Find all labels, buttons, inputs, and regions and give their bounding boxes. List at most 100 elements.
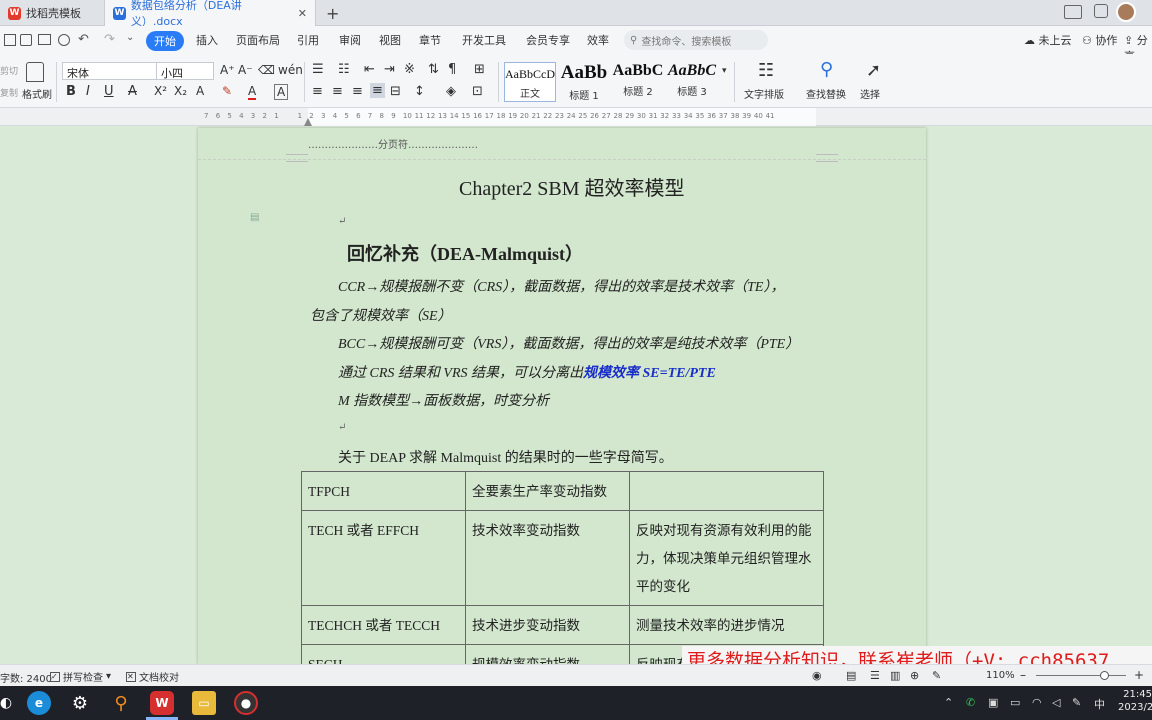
menu-efficiency[interactable]: 效率 [587, 32, 609, 48]
font-size-select[interactable]: 小四 [156, 62, 214, 80]
cloud-status-button[interactable]: ☁ 未上云 [1024, 32, 1072, 48]
eye-protect-icon[interactable]: ◉ [812, 669, 822, 682]
format-painter-button[interactable]: 格式刷 [22, 86, 52, 101]
battery-icon[interactable]: ▭ [1010, 696, 1020, 709]
bullet-list-icon[interactable]: ☰ [312, 62, 324, 77]
align-right-icon[interactable]: ≡ [352, 84, 363, 99]
edge-browser-icon[interactable]: e [27, 691, 51, 715]
wechat-icon[interactable]: ✆ [966, 696, 975, 709]
grow-font-icon[interactable]: A⁺ [220, 63, 235, 77]
save-icon[interactable] [4, 34, 16, 46]
select-cursor-icon[interactable]: ➚ [866, 60, 881, 81]
table-cell[interactable]: 全要素生产率变动指数 [465, 471, 630, 511]
undo-icon[interactable]: ↶ [78, 32, 89, 47]
preview-icon[interactable] [58, 34, 70, 46]
paragraph-options-icon[interactable]: ▤ [250, 212, 259, 223]
borders-icon[interactable]: ⊡ [472, 84, 483, 99]
search-app-icon[interactable]: ⚲ [109, 691, 133, 715]
align-left-icon[interactable]: ≡ [312, 84, 323, 99]
redo-icon[interactable]: ↷ [104, 32, 115, 47]
tab-document[interactable]: W 数据包络分析（DEA讲义）.docx ✕ [104, 0, 316, 28]
export-icon[interactable] [20, 34, 32, 46]
find-replace-icon[interactable]: ⚲ [820, 59, 833, 80]
font-name-select[interactable]: 宋体 [62, 62, 158, 80]
settings-gear-icon[interactable]: ⚙ [68, 691, 92, 715]
zoom-out-icon[interactable]: – [1020, 668, 1026, 682]
style-heading-1[interactable]: AaBb 标题 1 [558, 62, 610, 102]
ime-indicator[interactable]: 中 [1094, 696, 1105, 712]
bold-icon[interactable]: B [66, 84, 76, 99]
zoom-level[interactable]: 110% [986, 670, 1015, 681]
chinese-layout-icon[interactable]: ※ [404, 62, 415, 77]
pen-icon[interactable]: ✎ [1072, 696, 1081, 709]
screen-recorder-icon[interactable]: ● [234, 691, 258, 715]
phonetic-guide-icon[interactable]: wén [278, 63, 303, 77]
spell-check-button[interactable]: ✓ 拼写检查 ▾ [50, 669, 111, 684]
italic-icon[interactable]: I [86, 84, 90, 99]
table-cell[interactable]: 测量技术效率的进步情况 [629, 605, 824, 645]
font-color-icon[interactable]: A [248, 84, 257, 100]
align-center-icon[interactable]: ≡ [332, 84, 343, 99]
table-cell[interactable]: 技术效率变动指数 [465, 510, 630, 606]
menu-references[interactable]: 引用 [297, 32, 319, 48]
menu-review[interactable]: 审阅 [339, 32, 361, 48]
shrink-font-icon[interactable]: A⁻ [238, 63, 253, 77]
decrease-indent-icon[interactable]: ⇤ [364, 62, 375, 77]
window-layout-icon[interactable] [1064, 5, 1082, 19]
table-cell[interactable]: TECH 或者 EFFCH [301, 510, 466, 606]
copy-button[interactable]: 复制 [0, 86, 18, 99]
menu-member[interactable]: 会员专享 [526, 32, 570, 48]
volume-icon[interactable]: ◁ [1052, 696, 1060, 709]
horizontal-ruler[interactable]: 7 6 5 4 3 2 1 1 2 3 4 5 6 7 8 9 10 11 12 13 14 15 16 17 18 19 20 21… [0, 108, 1152, 126]
text-layout-icon[interactable]: ☷ [758, 60, 774, 81]
app-grid-icon[interactable] [1094, 4, 1108, 18]
doc-check-button[interactable]: ✕ 文档校对 [126, 669, 179, 684]
style-heading-3[interactable]: AaBbC 标题 3 [666, 62, 718, 102]
table-cell[interactable]: TECHCH 或者 TECCH [301, 605, 466, 645]
styles-more-icon[interactable]: ▾ [722, 66, 727, 76]
table-cell[interactable]: 技术进步变动指数 [465, 605, 630, 645]
style-normal[interactable]: AaBbCcDd 正文 [504, 62, 556, 102]
menu-page-layout[interactable]: 页面布局 [236, 32, 280, 48]
strikethrough-icon[interactable]: A [128, 84, 137, 99]
avatar[interactable] [1116, 2, 1136, 22]
wps-writer-icon[interactable]: W [150, 691, 174, 715]
zoom-in-icon[interactable]: + [1134, 668, 1144, 682]
justify-icon[interactable]: ≡ [370, 83, 385, 98]
wifi-icon[interactable]: ◠ [1032, 696, 1042, 709]
web-view-icon[interactable]: ▥ [890, 669, 900, 682]
superscript-icon[interactable]: X² [154, 84, 167, 98]
zoom-slider-handle[interactable] [1100, 671, 1109, 680]
format-painter-icon[interactable] [26, 62, 44, 82]
page-view-icon[interactable]: ▤ [846, 669, 856, 682]
increase-indent-icon[interactable]: ⇥ [384, 62, 395, 77]
print-icon[interactable] [38, 34, 51, 45]
text-effect-icon[interactable]: A [196, 84, 204, 98]
highlight-icon[interactable]: ✎ [222, 84, 232, 98]
shading-icon[interactable]: ◈ [446, 84, 456, 99]
word-count[interactable]: 字数: 2400 [0, 670, 52, 685]
distribute-icon[interactable]: ⊟ [390, 84, 401, 99]
quick-access-dropdown-icon[interactable]: ⌄ [126, 32, 134, 43]
menu-view[interactable]: 视图 [379, 32, 401, 48]
menu-developer[interactable]: 开发工具 [462, 32, 506, 48]
select-button[interactable]: 选择 [860, 86, 880, 101]
tab-template[interactable]: W 找稻壳模板 [0, 0, 104, 26]
find-replace-button[interactable]: 查找替换 [806, 86, 846, 101]
table-cell[interactable]: 反映对现有资源有效利用的能力，体现决策单元组织管理水平的变化 [629, 510, 824, 606]
annotate-icon[interactable]: ✎ [932, 669, 941, 682]
underline-icon[interactable]: U [104, 84, 114, 99]
collab-button[interactable]: ⚇ 协作 [1082, 32, 1117, 48]
table-cell[interactable] [629, 471, 824, 511]
text-layout-button[interactable]: 文字排版 [744, 86, 784, 101]
tray-expand-icon[interactable]: ⌃ [944, 696, 953, 709]
start-icon[interactable]: ◐ [0, 691, 18, 715]
file-explorer-icon[interactable]: ▭ [192, 691, 216, 715]
document-page[interactable]: …………………分页符………………… Chapter2 SBM 超效率模型 ▤ ↵… [198, 128, 926, 712]
char-border-icon[interactable]: A [274, 84, 289, 100]
menu-chapter[interactable]: 章节 [419, 32, 441, 48]
read-view-icon[interactable]: ⊕ [910, 669, 919, 682]
close-tab-icon[interactable]: ✕ [298, 7, 307, 20]
numbered-list-icon[interactable]: ☷ [338, 62, 350, 77]
clock[interactable]: 21:45 2023/2 [1118, 689, 1152, 713]
